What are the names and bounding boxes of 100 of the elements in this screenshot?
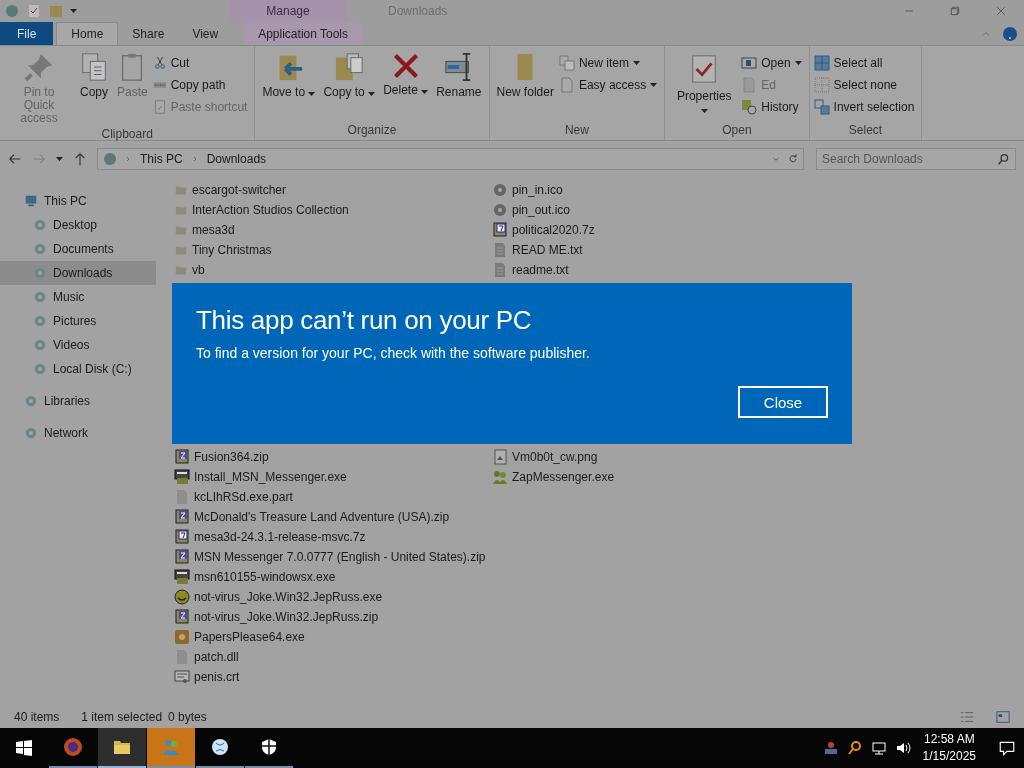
- file-item[interactable]: vb: [174, 260, 492, 279]
- browser-icon: [63, 737, 83, 757]
- file-item[interactable]: not-virus_Joke.Win32.JepRuss.exe: [174, 587, 492, 606]
- ribbon-tab[interactable]: File: [0, 22, 54, 45]
- grid-icon: [813, 76, 830, 93]
- group-label: Clipboard: [101, 127, 153, 143]
- file-item[interactable]: ZapMessenger.exe: [492, 467, 692, 486]
- dialog-title: This app can’t run on your PC: [196, 305, 533, 336]
- ribbon-button[interactable]: Select all: [813, 53, 918, 72]
- file-item[interactable]: political2020.7z: [492, 220, 692, 239]
- file-item[interactable]: not-virus_Joke.Win32.JepRuss.zip: [174, 607, 492, 626]
- search-field[interactable]: Search Downloads: [816, 148, 1016, 170]
- ribbon-button[interactable]: New item: [558, 53, 661, 72]
- breadcrumb[interactable]: This PC: [138, 152, 185, 166]
- file-item[interactable]: escargot-switcher: [174, 180, 492, 199]
- file-item[interactable]: penis.crt: [174, 667, 492, 686]
- file-item[interactable]: Vm0b0t_cw.png: [492, 447, 692, 466]
- file-item[interactable]: Install_MSN_Messenger.exe: [174, 467, 492, 486]
- file-item[interactable]: PapersPlease64.exe: [174, 627, 492, 646]
- pages-icon: [79, 52, 109, 82]
- close-button[interactable]: Close: [738, 386, 828, 418]
- clock[interactable]: 12:58 AM 1/15/2025: [922, 731, 976, 765]
- ribbon-button[interactable]: Copy to: [320, 50, 379, 123]
- search-icon: [846, 740, 863, 756]
- file-item[interactable]: mesa3d-24.3.1-release-msvc.7z: [174, 527, 492, 546]
- sidebar-item[interactable]: Pictures: [0, 309, 156, 333]
- close-icon: [995, 5, 1007, 17]
- disc-icon: [33, 266, 47, 280]
- sidebar-item[interactable]: Network: [0, 421, 156, 445]
- ribbon-button[interactable]: Open: [741, 53, 805, 72]
- file-item[interactable]: readme.txt: [492, 260, 692, 279]
- sidebar-item[interactable]: Downloads: [0, 261, 156, 285]
- details-view-icon: [960, 710, 974, 724]
- file-item[interactable]: Fusion364.zip: [174, 447, 492, 466]
- ribbon-button[interactable]: Rename: [433, 50, 485, 123]
- sidebar-item[interactable]: Documents: [0, 237, 156, 261]
- sidebar-item[interactable]: Local Disk (C:): [0, 357, 156, 381]
- edit-icon: [741, 76, 758, 93]
- sidebar-item[interactable]: Music: [0, 285, 156, 309]
- ribbon-button[interactable]: Invert selection: [813, 97, 918, 116]
- file-item[interactable]: pin_in.ico: [492, 180, 692, 199]
- notification-icon: [998, 739, 1016, 757]
- smiley-icon: [174, 588, 190, 605]
- disc-icon: [33, 314, 47, 328]
- ribbon-button[interactable]: Cut: [152, 53, 251, 72]
- archive-icon: [174, 508, 190, 525]
- ribbon-button[interactable]: Delete: [380, 50, 432, 123]
- sidebar-item[interactable]: Desktop: [0, 213, 156, 237]
- cross-icon: [391, 52, 420, 80]
- ribbon-tab[interactable]: Home: [56, 22, 119, 45]
- file-item[interactable]: msn610155-windowsx.exe: [174, 567, 492, 586]
- ribbon-tab[interactable]: Share: [118, 22, 179, 45]
- item-count: 40 items: [14, 710, 60, 724]
- ribbon-button[interactable]: Copy path: [152, 75, 251, 94]
- file-item[interactable]: patch.dll: [174, 647, 492, 666]
- disc-icon: [33, 338, 47, 352]
- people-icon: [161, 737, 181, 757]
- sidebar-item[interactable]: Videos: [0, 333, 156, 357]
- volume-icon: [894, 740, 911, 756]
- file-item[interactable]: MSN Messenger 7.0.0777 (English - United States).zip: [174, 547, 492, 566]
- file-item[interactable]: Tiny Christmas: [174, 240, 492, 259]
- certificate-icon: [174, 668, 190, 685]
- sidebar-item[interactable]: This PC: [0, 189, 156, 213]
- ribbon-tab[interactable]: Application Tools: [244, 22, 363, 45]
- badge-icon: [174, 628, 190, 645]
- disc-icon: [33, 290, 47, 304]
- time: 12:58 AM: [923, 731, 975, 748]
- search-icon: [997, 153, 1010, 166]
- date: 1/15/2025: [922, 748, 976, 765]
- ribbon-button[interactable]: Select none: [813, 75, 918, 94]
- archive-icon: [174, 528, 190, 545]
- ribbon-tab[interactable]: View: [178, 22, 233, 45]
- ribbon-button[interactable]: Copy: [76, 50, 112, 127]
- address-bar[interactable]: This PC Downloads: [97, 148, 804, 170]
- file-item[interactable]: kcLIhRSd.exe.part: [174, 487, 492, 506]
- folder-icon: [48, 3, 64, 19]
- taskbar-app[interactable]: [98, 728, 146, 768]
- window-icon: [741, 54, 758, 71]
- context-tab-header: Manage: [229, 0, 347, 22]
- up-icon: [73, 152, 87, 166]
- ribbon-button[interactable]: Properties: [669, 50, 740, 123]
- file-item[interactable]: READ ME.txt: [492, 240, 692, 259]
- disc-icon: [33, 242, 47, 256]
- file-item[interactable]: McDonald's Treasure Land Adventure (USA).zip: [174, 507, 492, 526]
- archive-icon: [492, 221, 508, 238]
- file-item[interactable]: pin_out.ico: [492, 200, 692, 219]
- caret-icon: [70, 9, 77, 13]
- breadcrumb[interactable]: Downloads: [204, 152, 269, 166]
- sidebar-item[interactable]: Libraries: [0, 389, 156, 413]
- ribbon-button[interactable]: Move to: [259, 50, 319, 123]
- ribbon-button[interactable]: Easy access: [558, 75, 661, 94]
- windows-icon: [16, 740, 32, 756]
- disc-icon: [33, 362, 47, 376]
- file-item[interactable]: InterAction Studios Collection: [174, 200, 492, 219]
- ribbon-button[interactable]: New folder: [493, 50, 557, 123]
- pin-icon: [24, 52, 54, 82]
- ribbon-button[interactable]: History: [741, 97, 805, 116]
- image-icon: [492, 448, 508, 465]
- shortcut-icon: [152, 99, 167, 114]
- file-item[interactable]: mesa3d: [174, 220, 492, 239]
